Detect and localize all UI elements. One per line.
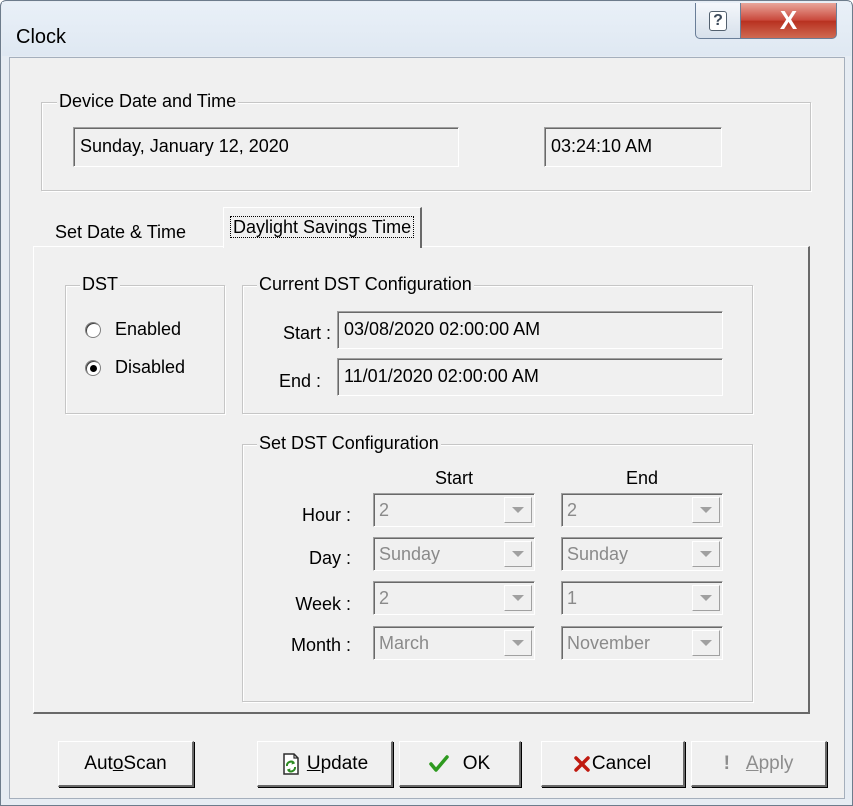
chevron-down-icon[interactable] xyxy=(692,541,720,567)
start-week-value: 2 xyxy=(379,588,390,608)
dst-enabled-option[interactable]: Enabled xyxy=(85,319,181,340)
set-dst-start-column-header: Start xyxy=(434,468,473,488)
cancel-button[interactable]: Cancel xyxy=(541,741,685,787)
tab-set-date-time[interactable]: Set Date & Time xyxy=(49,214,192,246)
apply-label-post: pply xyxy=(758,752,794,774)
dst-group xyxy=(65,285,225,414)
set-dst-end-column-header: End xyxy=(625,468,659,488)
device-date-field: Sunday, January 12, 2020 xyxy=(73,127,459,167)
window-title: Clock xyxy=(16,26,67,48)
auto-scan-label-post: Scan xyxy=(123,752,167,774)
start-hour-value: 2 xyxy=(379,500,390,520)
dst-disabled-label: Disabled xyxy=(115,357,186,377)
device-date-time-group-label: Device Date and Time xyxy=(57,91,239,112)
update-label-post: pdate xyxy=(320,752,369,774)
dst-disabled-radio[interactable] xyxy=(85,359,101,376)
current-dst-start-label: Start : xyxy=(282,323,331,343)
current-dst-end-label: End : xyxy=(278,371,321,391)
device-time-field: 03:24:10 AM xyxy=(544,127,722,167)
cancel-label: Cancel xyxy=(591,752,652,774)
auto-scan-button[interactable]: Aut o Scan xyxy=(58,741,194,787)
chevron-down-icon[interactable] xyxy=(504,541,532,567)
dst-group-label: DST xyxy=(80,274,120,295)
help-button[interactable]: ? xyxy=(695,3,741,39)
update-button[interactable]: Update xyxy=(257,741,393,787)
end-day-select[interactable]: Sunday xyxy=(561,537,723,571)
end-month-value: November xyxy=(567,633,651,653)
chevron-down-icon[interactable] xyxy=(692,630,720,656)
end-hour-value: 2 xyxy=(567,500,578,520)
auto-scan-label-pre: Aut xyxy=(84,752,113,774)
start-day-select[interactable]: Sunday xyxy=(373,537,535,571)
clock-dialog: Clock ? X Device Date and Time Sunday, J… xyxy=(0,0,853,806)
dst-disabled-option[interactable]: Disabled xyxy=(85,357,185,378)
month-label: Month : xyxy=(290,635,351,655)
update-label-mnemonic: U xyxy=(306,752,321,774)
exclamation-icon: ! xyxy=(723,752,730,774)
tab-daylight-savings-time-label: Daylight Savings Time xyxy=(230,216,415,238)
current-dst-group-label: Current DST Configuration xyxy=(257,274,474,295)
start-day-value: Sunday xyxy=(379,544,441,564)
set-dst-group-label: Set DST Configuration xyxy=(257,433,441,454)
start-month-select[interactable]: March xyxy=(373,626,535,660)
x-icon xyxy=(574,755,590,772)
chevron-down-icon[interactable] xyxy=(504,585,532,611)
chevron-down-icon[interactable] xyxy=(692,497,720,523)
apply-label-mnemonic: A xyxy=(745,752,759,774)
chevron-down-icon[interactable] xyxy=(504,497,532,523)
ok-button[interactable]: OK xyxy=(399,741,521,787)
day-label: Day : xyxy=(308,548,351,568)
start-hour-select[interactable]: 2 xyxy=(373,493,535,527)
tab-daylight-savings-time[interactable]: Daylight Savings Time xyxy=(223,207,423,248)
title-bar[interactable]: Clock ? X xyxy=(2,2,851,56)
update-icon xyxy=(281,752,301,775)
ok-label: OK xyxy=(462,752,491,774)
dst-enabled-label: Enabled xyxy=(115,319,182,339)
end-month-select[interactable]: November xyxy=(561,626,723,660)
week-label: Week : xyxy=(295,594,351,614)
hour-label: Hour : xyxy=(301,505,351,525)
help-icon: ? xyxy=(709,10,727,31)
chevron-down-icon[interactable] xyxy=(504,630,532,656)
apply-button[interactable]: ! Apply xyxy=(691,741,827,787)
check-icon xyxy=(429,754,449,773)
start-week-select[interactable]: 2 xyxy=(373,581,535,615)
current-dst-end-field: 11/01/2020 02:00:00 AM xyxy=(337,358,723,396)
current-dst-start-field: 03/08/2020 02:00:00 AM xyxy=(337,311,723,349)
end-week-select[interactable]: 1 xyxy=(561,581,723,615)
end-day-value: Sunday xyxy=(567,544,629,564)
close-button[interactable]: X xyxy=(740,3,837,39)
auto-scan-label-mnemonic: o xyxy=(112,752,124,774)
start-month-value: March xyxy=(379,633,430,653)
dst-enabled-radio[interactable] xyxy=(85,321,101,338)
end-week-value: 1 xyxy=(567,588,578,608)
tab-set-date-time-label: Set Date & Time xyxy=(55,222,187,242)
close-icon: X xyxy=(779,5,798,35)
chevron-down-icon[interactable] xyxy=(692,585,720,611)
end-hour-select[interactable]: 2 xyxy=(561,493,723,527)
